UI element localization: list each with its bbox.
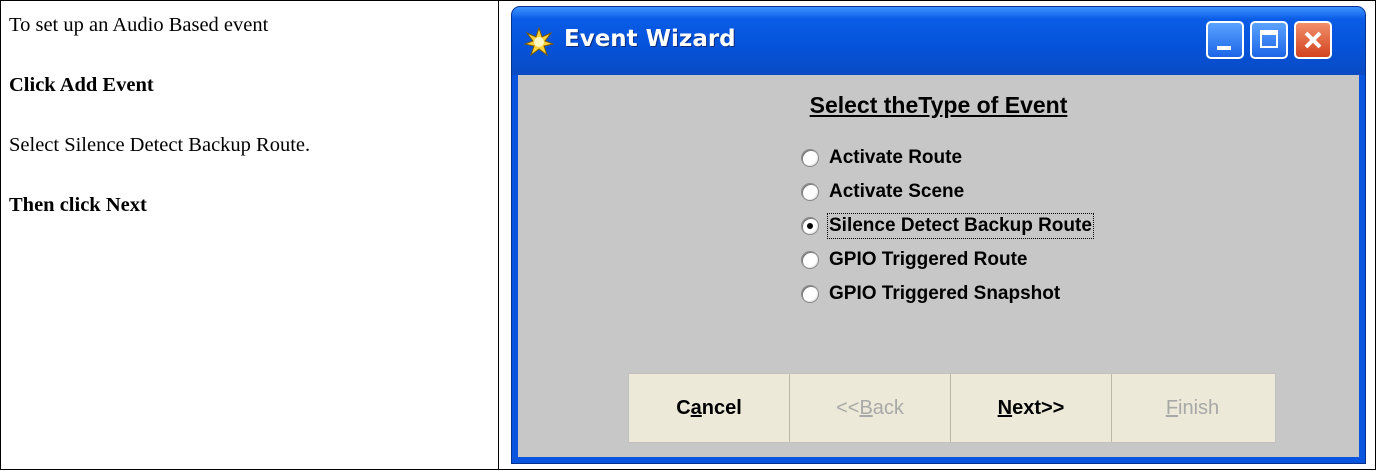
option-label: Activate Scene bbox=[829, 181, 965, 202]
app-burst-icon bbox=[524, 27, 554, 57]
option-activate-scene[interactable]: Activate Scene bbox=[801, 175, 1092, 209]
wizard-button-bar: Ca ncel << Back Next>> Finish bbox=[628, 373, 1276, 443]
minimize-button[interactable] bbox=[1206, 21, 1244, 59]
intro-text: To set up an Audio Based event bbox=[9, 14, 269, 36]
back-button[interactable]: << Back bbox=[790, 374, 951, 442]
finish-button[interactable]: Finish bbox=[1112, 374, 1273, 442]
title-bar[interactable]: Event Wizard bbox=[512, 7, 1365, 75]
radio-activate-scene[interactable] bbox=[801, 183, 819, 201]
maximize-button[interactable] bbox=[1250, 21, 1288, 59]
option-label: Silence Detect Backup Route bbox=[827, 213, 1094, 239]
close-button[interactable] bbox=[1294, 21, 1332, 59]
instructions-cell: To set up an Audio Based event Click Add… bbox=[0, 0, 499, 470]
option-gpio-triggered-route[interactable]: GPIO Triggered Route bbox=[801, 243, 1092, 277]
instructions: To set up an Audio Based event Click Add… bbox=[1, 1, 498, 217]
event-wizard-window: Event Wizard Select theType of Event Act… bbox=[511, 6, 1366, 464]
step-select-route: Select Silence Detect Backup Route. bbox=[9, 134, 311, 156]
wizard-client-area: Select theType of Event Activate Route A… bbox=[518, 75, 1359, 457]
option-silence-detect-backup-route[interactable]: Silence Detect Backup Route bbox=[801, 209, 1094, 243]
step-add-event: Click Add Event bbox=[9, 74, 154, 96]
window-title: Event Wizard bbox=[564, 26, 736, 52]
radio-activate-route[interactable] bbox=[801, 149, 819, 167]
minimize-icon bbox=[1217, 46, 1231, 50]
radio-gpio-triggered-route[interactable] bbox=[801, 251, 819, 269]
option-label: GPIO Triggered Snapshot bbox=[829, 283, 1061, 304]
option-label: Activate Route bbox=[829, 147, 963, 168]
step-click-next: Then click Next bbox=[9, 194, 147, 216]
radio-gpio-triggered-snapshot[interactable] bbox=[801, 285, 819, 303]
option-gpio-triggered-snapshot[interactable]: GPIO Triggered Snapshot bbox=[801, 277, 1092, 311]
next-button[interactable]: Next>> bbox=[951, 374, 1112, 442]
radio-silence-detect-backup-route[interactable] bbox=[801, 217, 819, 235]
event-type-options: Activate Route Activate Scene Silence De… bbox=[801, 141, 1094, 311]
cancel-button[interactable]: Ca ncel bbox=[629, 374, 790, 442]
close-icon bbox=[1304, 31, 1322, 49]
wizard-heading: Select theType of Event bbox=[809, 92, 1068, 118]
maximize-icon bbox=[1260, 30, 1278, 48]
option-label: GPIO Triggered Route bbox=[829, 249, 1028, 270]
option-activate-route[interactable]: Activate Route bbox=[801, 141, 1092, 175]
